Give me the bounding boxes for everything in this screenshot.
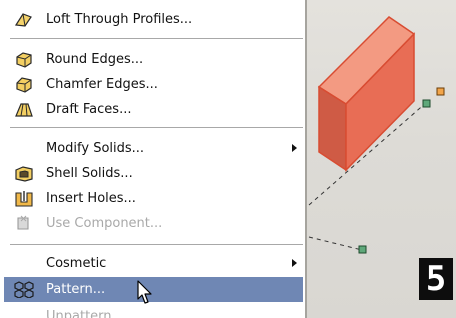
menu-item-insert-holes[interactable]: Insert Holes...: [4, 186, 303, 211]
menu-item-label: Shell Solids...: [46, 166, 133, 181]
menu-item-label: Chamfer Edges...: [46, 77, 158, 92]
menu-item-cosmetic[interactable]: Cosmetic: [4, 251, 303, 276]
step-number-badge: 5: [419, 258, 453, 300]
menu-item-label: Modify Solids...: [46, 141, 145, 156]
menu-item-label: Loft Through Profiles...: [46, 12, 193, 27]
menu-item-label: Round Edges...: [46, 52, 144, 67]
grip-handle-green[interactable]: [422, 99, 431, 108]
grip-handle-orange[interactable]: [436, 87, 445, 96]
insert-holes-icon: [15, 191, 33, 207]
menu-separator: [10, 244, 303, 246]
submenu-arrow-icon: [292, 144, 297, 152]
pattern-icon: [14, 281, 34, 298]
menu-item-shell-solids[interactable]: Shell Solids...: [4, 161, 303, 186]
menu-item-label: Insert Holes...: [46, 191, 136, 206]
shell-solids-icon: [15, 166, 33, 182]
menu-item-label: Cosmetic: [46, 256, 107, 271]
chamfer-edges-icon: [16, 77, 32, 93]
menu-item-label: Unpattern...: [46, 309, 124, 318]
menu-item-unpattern: Unpattern...: [4, 304, 303, 318]
grip-handle-green-lower[interactable]: [358, 245, 367, 254]
menu-item-draft-faces[interactable]: Draft Faces...: [4, 97, 303, 122]
draft-faces-icon: [15, 103, 33, 117]
menu-item-round-edges[interactable]: Round Edges...: [4, 47, 303, 72]
menu-item-use-component: Use Component...: [4, 211, 303, 236]
menu-separator: [10, 38, 303, 40]
menu-item-label: Use Component...: [46, 216, 163, 231]
menu-separator: [10, 127, 303, 129]
menu-item-chamfer-edges[interactable]: Chamfer Edges...: [4, 72, 303, 97]
menu-item-loft-through-profiles[interactable]: Loft Through Profiles...: [4, 7, 303, 32]
menu-item-label: Pattern...: [46, 282, 106, 297]
mouse-pointer-icon: [137, 280, 152, 304]
submenu-arrow-icon: [292, 259, 297, 267]
dashed-guide-line: [308, 236, 363, 251]
use-component-icon: [17, 215, 29, 230]
loft-icon: [14, 13, 32, 27]
menu-item-modify-solids[interactable]: Modify Solids...: [4, 136, 303, 161]
context-menu: Loft Through Profiles... Round Edges... …: [0, 0, 307, 318]
round-edges-icon: [16, 52, 32, 68]
menu-item-label: Draft Faces...: [46, 102, 132, 117]
